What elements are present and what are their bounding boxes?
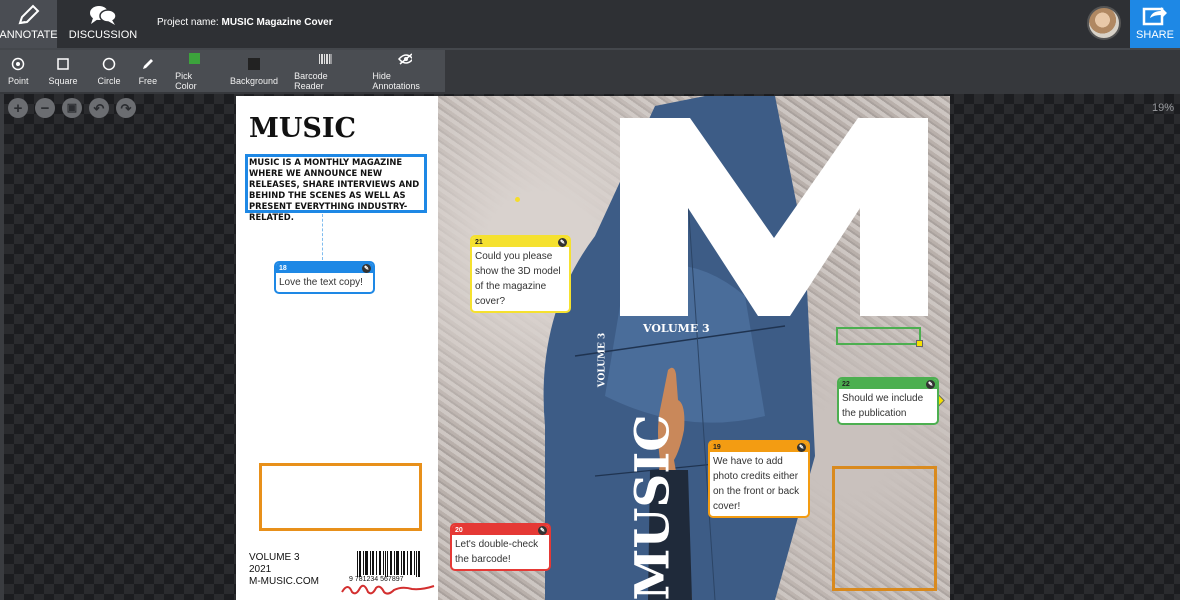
edit-icon[interactable]: ✎ — [797, 442, 806, 452]
rotate-left-button[interactable]: ↶ — [89, 98, 109, 118]
comment-text: Should we include the publication date? — [842, 393, 924, 419]
annotate-label: ANNOTATE — [0, 29, 58, 41]
comment-card-18[interactable]: 18 ✎ Love the text copy! — [274, 261, 375, 294]
comment-card-21[interactable]: 21 ✎ Could you please show the 3D model … — [470, 235, 571, 313]
back-cover-website: M-MUSIC.COM — [249, 576, 319, 587]
rotate-right-icon: ↷ — [120, 100, 132, 116]
color-swatch-icon — [188, 52, 202, 66]
zoom-level: 19% — [1152, 102, 1175, 114]
tool-circle[interactable]: Circle — [90, 50, 129, 92]
zoom-in-button[interactable]: + — [8, 98, 28, 118]
tool-barcode-reader-label: Barcode Reader — [294, 70, 328, 91]
zoom-out-icon: − — [40, 99, 50, 117]
annotation-box-orange[interactable] — [832, 466, 937, 591]
background-swatch — [248, 57, 261, 70]
project-name: Project name: MUSIC Magazine Cover — [157, 17, 333, 28]
annotation-connector-line — [322, 214, 323, 260]
tool-barcode-reader[interactable]: Barcode Reader — [286, 50, 364, 92]
discussion-label: DISCUSSION — [68, 29, 138, 41]
tool-hide-annotations[interactable]: Hide Annotations — [364, 50, 445, 92]
share-icon — [1142, 7, 1167, 26]
cover-vertical-title: MUSIC — [625, 414, 681, 600]
comment-number: 20 — [455, 526, 463, 534]
tool-point-label: Point — [8, 75, 29, 86]
zoom-in-icon: + — [13, 99, 23, 117]
annotation-toolbar: Point Square Circle Free Pick Color Back… — [0, 50, 445, 92]
comment-header: 22 ✎ — [839, 379, 937, 389]
back-cover-year: 2021 — [249, 564, 272, 575]
annotation-box-green[interactable] — [836, 327, 921, 345]
annotation-box-photo-credit-area[interactable] — [259, 463, 422, 531]
fit-to-screen-button[interactable]: ▣ — [62, 98, 82, 118]
back-cover-title: MUSIC — [249, 113, 357, 144]
circle-icon — [102, 57, 116, 71]
resize-handle[interactable] — [916, 340, 923, 347]
barcode-icon — [318, 52, 332, 66]
comment-header: 18 ✎ — [276, 263, 373, 273]
comment-header: 21 ✎ — [472, 237, 569, 247]
red-freehand-scribble[interactable] — [340, 580, 436, 598]
tool-background-label: Background — [230, 75, 279, 86]
comment-header: 20 ✎ — [452, 525, 549, 535]
annotation-point-marker[interactable] — [515, 197, 520, 202]
eye-off-icon — [397, 52, 412, 66]
background-swatch-icon — [247, 57, 261, 71]
tool-free[interactable]: Free — [129, 50, 168, 92]
tool-point[interactable]: Point — [0, 50, 37, 92]
pencil-icon — [18, 4, 39, 25]
back-cover-volume: VOLUME 3 — [249, 552, 300, 563]
edit-icon[interactable]: ✎ — [538, 525, 547, 535]
comment-card-22[interactable]: 22 ✎ Should we include the publication d… — [837, 377, 939, 425]
discussion-mode-button[interactable]: DISCUSSION — [64, 0, 142, 48]
tool-square-label: Square — [48, 75, 78, 86]
tool-pick-color-label: Pick Color — [175, 70, 197, 91]
comment-card-19[interactable]: 19 ✎ We have to add photo credits either… — [708, 440, 810, 518]
square-icon — [56, 57, 70, 71]
annotate-mode-button[interactable]: ANNOTATE — [0, 0, 58, 48]
pick-color-swatch — [189, 53, 201, 64]
share-button[interactable]: SHARE — [1130, 0, 1180, 48]
user-avatar[interactable] — [1087, 6, 1121, 40]
tool-pick-color[interactable]: Pick Color — [167, 50, 222, 92]
project-name-value: MUSIC Magazine Cover — [221, 17, 333, 28]
cover-big-letter-m — [620, 118, 928, 316]
comment-number: 22 — [842, 380, 850, 388]
comment-card-20[interactable]: 20 ✎ Let's double-check the barcode! — [450, 523, 551, 571]
top-bar: ANNOTATE DISCUSSION Project name: MUSIC … — [0, 0, 1180, 48]
project-name-label: Project name: — [157, 17, 219, 28]
comment-header: 19 ✎ — [710, 442, 808, 452]
comment-text: We have to add photo credits either on t… — [713, 456, 800, 512]
tool-circle-label: Circle — [97, 75, 121, 86]
fit-screen-icon: ▣ — [66, 101, 78, 114]
tool-square[interactable]: Square — [37, 50, 90, 92]
edit-icon[interactable]: ✎ — [362, 263, 371, 273]
comment-text: Love the text copy! — [279, 277, 363, 288]
comment-number: 21 — [475, 238, 483, 246]
rotate-right-button[interactable]: ↷ — [116, 98, 136, 118]
tool-hide-annotations-label: Hide Annotations — [372, 70, 420, 91]
rotate-left-icon: ↶ — [93, 100, 105, 116]
edit-icon[interactable]: ✎ — [558, 237, 567, 247]
point-icon — [11, 57, 25, 71]
share-label: SHARE — [1136, 29, 1174, 41]
chat-bubbles-icon — [90, 6, 117, 25]
zoom-out-button[interactable]: − — [35, 98, 55, 118]
edit-icon[interactable]: ✎ — [926, 379, 935, 389]
tool-free-label: Free — [138, 75, 158, 86]
freehand-pen-icon — [141, 57, 155, 71]
comment-text: Let's double-check the barcode! — [455, 539, 539, 565]
front-cover-volume: VOLUME 3 — [643, 322, 710, 335]
tool-background[interactable]: Background — [222, 50, 286, 92]
comment-number: 18 — [279, 264, 287, 272]
barcode-graphic — [357, 551, 420, 577]
back-cover-blurb: MUSIC IS A MONTHLY MAGAZINE WHERE WE ANN… — [249, 157, 420, 222]
comment-text: Could you please show the 3D model of th… — [475, 251, 561, 307]
cover-vertical-volume: VOLUME 3 — [597, 332, 608, 388]
comment-number: 19 — [713, 443, 721, 451]
